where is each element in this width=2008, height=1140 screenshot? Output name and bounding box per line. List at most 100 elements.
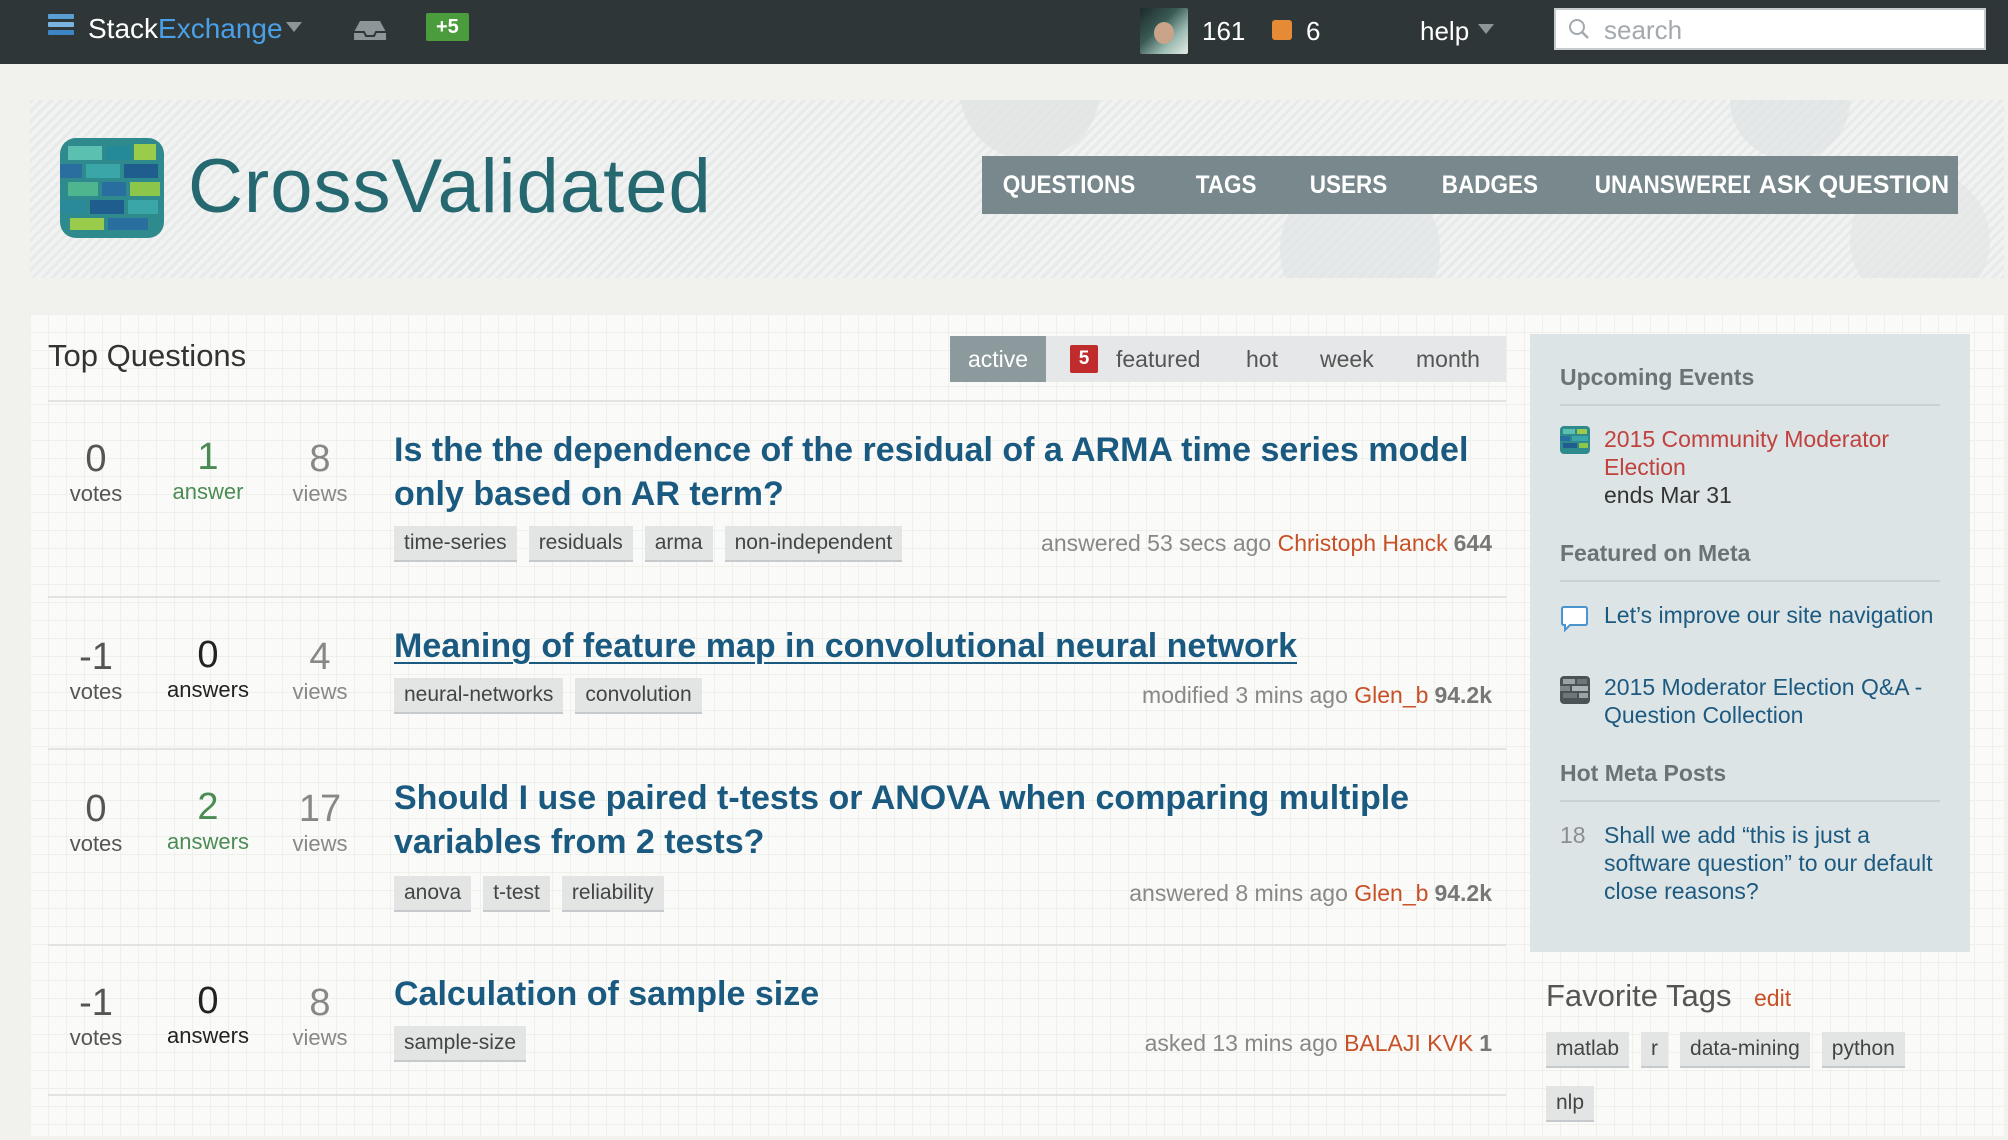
- views-label: views: [292, 1025, 348, 1050]
- question-title-link[interactable]: Calculation of sample size: [394, 972, 1494, 1016]
- answers-number: 0: [197, 634, 219, 676]
- meta-site-logo-icon: [1560, 676, 1590, 704]
- tag-link[interactable]: reliability: [561, 876, 664, 912]
- crossvalidated-logo-icon[interactable]: [60, 138, 164, 238]
- featured-meta-link[interactable]: 2015 Moderator Election Q&A - Question C…: [1604, 673, 1944, 729]
- activity-link[interactable]: answered 8 mins ago: [1129, 880, 1348, 906]
- vote-count: -1 votes: [36, 982, 156, 1052]
- reputation-count[interactable]: 161: [1202, 14, 1245, 48]
- tag-link[interactable]: residuals: [528, 526, 633, 562]
- divider: [48, 400, 1506, 402]
- tab-week[interactable]: week: [1320, 336, 1374, 382]
- question-title-link[interactable]: Meaning of feature map in convolutional …: [394, 624, 1494, 668]
- featured-meta-link[interactable]: Let’s improve our site navigation: [1604, 601, 1944, 629]
- answers-label: answers: [167, 677, 249, 702]
- tab-hot[interactable]: hot: [1246, 336, 1278, 382]
- nav-unanswered[interactable]: UNANSWERED: [1574, 156, 1779, 214]
- inbox-icon[interactable]: [352, 18, 388, 42]
- answer-count: 0 answers: [148, 980, 268, 1050]
- votes-number: 0: [85, 438, 107, 480]
- answers-label: answer: [172, 479, 244, 504]
- question-tags: sample-size: [394, 1026, 538, 1062]
- question-title-link[interactable]: Is the the dependence of the residual of…: [394, 428, 1494, 516]
- nav-users[interactable]: USERS: [1289, 156, 1408, 214]
- votes-number: -1: [79, 636, 113, 678]
- site-header: CrossValidated QUESTIONS TAGS USERS BADG…: [30, 100, 2004, 278]
- views-number: 17: [298, 788, 342, 830]
- question-activity: asked 13 mins ago BALAJI KVK 1: [1145, 1026, 1492, 1060]
- answers-number: 0: [197, 980, 219, 1022]
- achievements-count[interactable]: 6: [1306, 14, 1320, 48]
- tab-featured[interactable]: 5 featured: [1070, 336, 1200, 382]
- answer-count: 2 answers: [148, 786, 268, 856]
- activity-link[interactable]: asked 13 mins ago: [1145, 1030, 1338, 1056]
- tag-link[interactable]: time-series: [394, 526, 517, 562]
- view-count: 8 views: [260, 982, 380, 1052]
- activity-link[interactable]: modified 3 mins ago: [1142, 682, 1348, 708]
- question-tags: neural-networks convolution: [394, 678, 714, 714]
- question-filter-tabs: active 5 featured hot week month: [950, 336, 1506, 382]
- stackexchange-menu[interactable]: StackExchange: [88, 12, 283, 46]
- favorite-tag-link[interactable]: r: [1641, 1032, 1669, 1068]
- event-end-date: ends Mar 31: [1604, 482, 1732, 508]
- tag-link[interactable]: arma: [644, 526, 713, 562]
- favorite-tags-list: matlab r data-mining python nlp: [1546, 1032, 1966, 1140]
- favorite-tag-link[interactable]: nlp: [1546, 1086, 1595, 1122]
- votes-number: -1: [79, 982, 113, 1024]
- site-title[interactable]: CrossValidated: [188, 142, 712, 232]
- favorite-tag-link[interactable]: python: [1821, 1032, 1905, 1068]
- views-label: views: [292, 481, 348, 506]
- votes-label: votes: [69, 481, 123, 506]
- featured-count-badge: 5: [1070, 344, 1098, 373]
- tag-link[interactable]: non-independent: [724, 526, 903, 562]
- avatar[interactable]: [1140, 8, 1188, 54]
- tag-link[interactable]: anova: [394, 876, 472, 912]
- tab-active[interactable]: active: [950, 336, 1047, 382]
- question-title-link[interactable]: Should I use paired t-tests or ANOVA whe…: [394, 776, 1494, 864]
- user-link[interactable]: Glen_b: [1354, 682, 1428, 708]
- hot-post-score: 18: [1560, 822, 1586, 848]
- nav-questions[interactable]: QUESTIONS: [982, 156, 1156, 214]
- activity-link[interactable]: answered 53 secs ago: [1041, 530, 1271, 556]
- votes-number: 0: [85, 788, 107, 830]
- user-link[interactable]: BALAJI KVK: [1344, 1030, 1473, 1056]
- search-icon: [1569, 19, 1589, 39]
- divider: [1560, 800, 1940, 802]
- hot-meta-post-link[interactable]: Shall we add “this is just a software qu…: [1604, 821, 1944, 905]
- views-number: 4: [309, 636, 331, 678]
- top-bar: StackExchange +5 161 6 help: [0, 0, 2008, 64]
- view-count: 17 views: [260, 788, 380, 858]
- ask-question-button[interactable]: ASK QUESTION: [1750, 156, 1958, 214]
- favorite-tag-link[interactable]: matlab: [1546, 1032, 1630, 1068]
- nav-tags[interactable]: TAGS: [1175, 156, 1277, 214]
- hot-meta-posts-heading: Hot Meta Posts: [1560, 760, 1727, 786]
- divider: [48, 1094, 1506, 1096]
- vote-count: 0 votes: [36, 438, 156, 508]
- search-input[interactable]: [1602, 14, 1976, 46]
- answers-label: answers: [167, 1023, 249, 1048]
- nav-badges[interactable]: BADGES: [1421, 156, 1559, 214]
- main-nav: QUESTIONS TAGS USERS BADGES UNANSWERED: [982, 156, 1802, 214]
- help-chevron-down-icon[interactable]: [1478, 24, 1494, 34]
- favorite-tag-link[interactable]: data-mining: [1680, 1032, 1810, 1068]
- tag-link[interactable]: sample-size: [394, 1026, 527, 1062]
- tab-month[interactable]: month: [1416, 336, 1480, 382]
- stackexchange-logo-icon[interactable]: [48, 14, 74, 42]
- divider: [1560, 404, 1940, 406]
- page-title: Top Questions: [48, 338, 247, 373]
- brand-exchange: Exchange: [158, 13, 283, 44]
- user-reputation: 644: [1453, 530, 1492, 556]
- answers-number: 2: [197, 786, 219, 828]
- achievements-icon[interactable]: [1272, 20, 1292, 40]
- tag-link[interactable]: t-test: [483, 876, 550, 912]
- event-link[interactable]: 2015 Community Moderator Election: [1604, 425, 1944, 481]
- chevron-down-icon[interactable]: [286, 22, 302, 32]
- reputation-change-badge[interactable]: +5: [426, 13, 469, 41]
- favorite-tags-edit-link[interactable]: edit: [1754, 984, 1791, 1012]
- tag-link[interactable]: neural-networks: [394, 678, 564, 714]
- answer-count: 0 answers: [148, 634, 268, 704]
- user-link[interactable]: Christoph Hanck: [1278, 530, 1448, 556]
- tag-link[interactable]: convolution: [575, 678, 702, 714]
- help-menu[interactable]: help: [1420, 14, 1469, 48]
- user-link[interactable]: Glen_b: [1354, 880, 1428, 906]
